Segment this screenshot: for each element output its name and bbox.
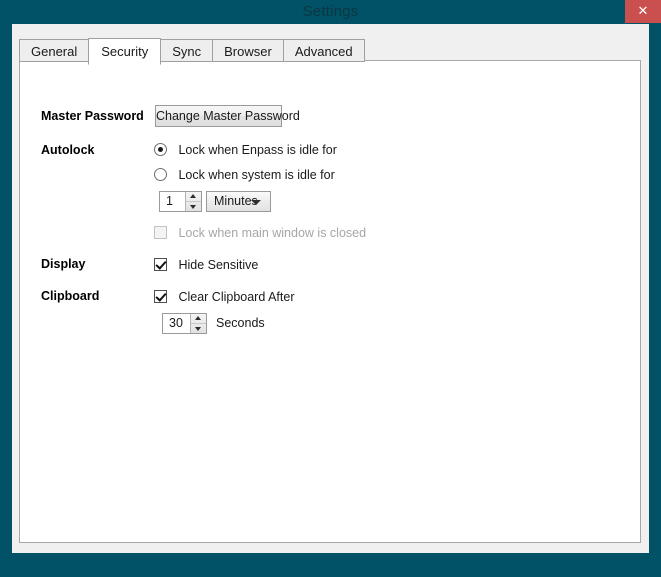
radio-lock-enpass-idle-label: Lock when Enpass is idle for (178, 143, 337, 157)
clipboard-duration-spin-buttons[interactable] (190, 314, 206, 333)
radio-row-enpass-idle[interactable]: Lock when Enpass is idle for (154, 141, 337, 159)
clipboard-duration-spinner[interactable]: 30 (162, 313, 207, 334)
radio-lock-enpass-idle[interactable] (154, 143, 167, 156)
tab-bar: General Security Sync Browser Advanced (19, 38, 365, 65)
settings-window: Settings ✕ General Security Sync Browser… (0, 0, 661, 577)
tab-browser[interactable]: Browser (212, 39, 284, 62)
chevron-down-icon (251, 200, 261, 205)
clipboard-duration-value: 30 (169, 316, 183, 330)
idle-duration-spin-buttons[interactable] (185, 192, 201, 211)
master-password-label: Master Password (41, 109, 144, 123)
spinner-up-icon[interactable] (191, 314, 206, 324)
radio-row-system-idle[interactable]: Lock when system is idle for (154, 166, 335, 184)
checkbox-hide-sensitive[interactable] (154, 258, 167, 271)
checkbox-lock-main-window-closed-label: Lock when main window is closed (178, 226, 367, 240)
window-title: Settings (302, 3, 359, 20)
security-settings-panel: Master Password Change Master Password A… (19, 60, 641, 543)
radio-lock-system-idle-label: Lock when system is idle for (178, 168, 335, 182)
checkbox-clear-clipboard-after[interactable] (154, 290, 167, 303)
checkbox-row-clear-clipboard[interactable]: Clear Clipboard After (154, 288, 294, 306)
close-icon: ✕ (637, 4, 649, 19)
title-bar: Settings ✕ (0, 0, 661, 24)
checkbox-clear-clipboard-after-label: Clear Clipboard After (178, 290, 295, 304)
clipboard-unit-label: Seconds (216, 316, 265, 330)
checkbox-hide-sensitive-label: Hide Sensitive (178, 258, 259, 272)
tab-general[interactable]: General (19, 39, 90, 62)
tab-sync-label: Sync (172, 44, 202, 59)
tab-advanced[interactable]: Advanced (282, 39, 365, 62)
tab-browser-label: Browser (224, 44, 272, 59)
close-button[interactable]: ✕ (625, 0, 661, 23)
checkbox-row-main-window-closed: Lock when main window is closed (154, 224, 366, 242)
radio-lock-system-idle[interactable] (154, 168, 167, 181)
tab-advanced-label: Advanced (294, 44, 353, 59)
idle-duration-value: 1 (166, 194, 173, 208)
clipboard-label: Clipboard (41, 289, 100, 303)
checkbox-lock-main-window-closed (154, 226, 167, 239)
idle-unit-dropdown[interactable]: Minutes (206, 191, 271, 212)
tab-sync[interactable]: Sync (160, 39, 214, 62)
display-label: Display (41, 257, 86, 271)
idle-duration-spinner[interactable]: 1 (159, 191, 202, 212)
spinner-down-icon[interactable] (191, 324, 206, 333)
tab-general-label: General (31, 44, 78, 59)
checkbox-row-hide-sensitive[interactable]: Hide Sensitive (154, 256, 258, 274)
spinner-down-icon[interactable] (186, 202, 201, 211)
tab-security[interactable]: Security (88, 38, 162, 65)
spinner-up-icon[interactable] (186, 192, 201, 202)
change-master-password-button[interactable]: Change Master Password (155, 105, 300, 127)
tab-security-label: Security (101, 44, 149, 59)
dialog-body: General Security Sync Browser Advanced M… (12, 24, 649, 553)
autolock-label: Autolock (41, 143, 95, 157)
